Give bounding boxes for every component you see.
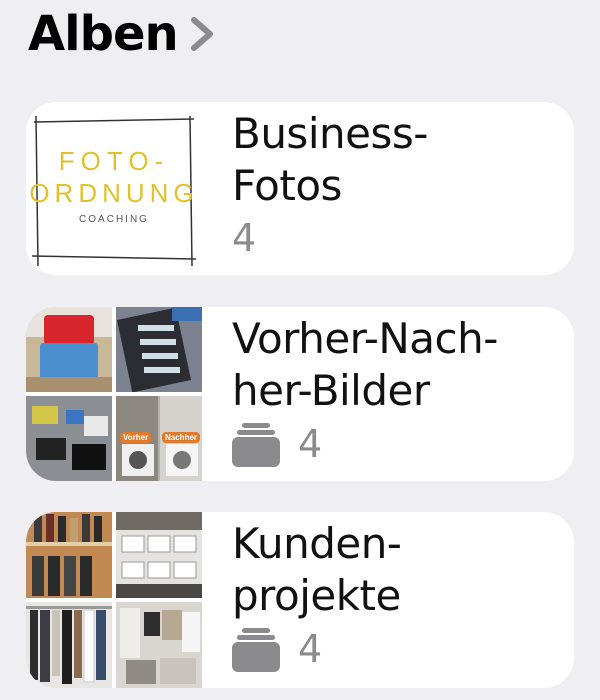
- thumbnail-photo: [116, 512, 202, 598]
- album-title: Vorher-Nach- her-Bilder: [232, 314, 498, 415]
- logo-text-ordnung: ORDNUNG: [29, 178, 199, 208]
- album-card-business-fotos[interactable]: FOTO- ORDNUNG COACHING Business- Fotos 4: [26, 102, 574, 275]
- page-title: Alben: [28, 6, 179, 62]
- album-count: 4: [298, 422, 323, 466]
- album-title: Kunden- projekte: [232, 519, 402, 620]
- thumbnail-photo: [26, 602, 112, 688]
- album-card-vorher-nachher[interactable]: Vorher Nachher Vorher-Nach- her-Bilder 4: [26, 307, 574, 481]
- thumbnail-photo: [116, 307, 202, 392]
- albums-header-link[interactable]: Alben: [28, 6, 222, 62]
- logo-text-foto: FOTO-: [58, 146, 170, 176]
- album-count: 4: [298, 627, 323, 671]
- thumbnail-photo: [26, 307, 112, 392]
- thumbnail-photo: [26, 512, 112, 598]
- stacked-albums-icon: [232, 421, 280, 467]
- after-tag: Nachher: [162, 432, 201, 443]
- thumbnail-photo: Vorher Nachher: [116, 396, 202, 481]
- chevron-right-icon: [188, 10, 222, 58]
- thumbnail-photo: [26, 396, 112, 481]
- stacked-albums-icon: [232, 626, 280, 672]
- thumbnail-photo: [116, 602, 202, 688]
- logo-text-coaching: COACHING: [79, 214, 149, 225]
- album-thumbnail: FOTO- ORDNUNG COACHING: [26, 102, 202, 275]
- album-thumbnail-grid: [26, 512, 202, 688]
- album-thumbnail-grid: Vorher Nachher: [26, 307, 202, 481]
- before-tag: Vorher: [120, 432, 152, 443]
- album-title: Business- Fotos: [232, 109, 428, 210]
- album-count: 4: [232, 216, 257, 260]
- album-card-kundenprojekte[interactable]: Kunden- projekte 4: [26, 512, 574, 688]
